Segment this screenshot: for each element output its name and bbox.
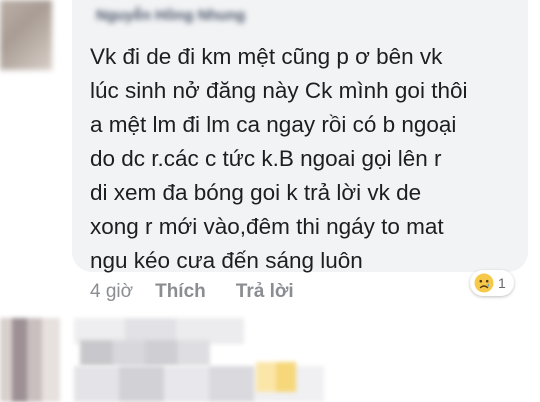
reaction-badge[interactable]: 1	[470, 270, 514, 296]
sad-face-icon	[474, 273, 494, 293]
avatar[interactable]	[0, 0, 52, 70]
comment-line: lúc sinh nở đăng này Ck mình goi thôi	[90, 78, 468, 103]
comment-text: Vk đi de đi km mệt cũng p ơ bên vk lúc s…	[90, 40, 467, 278]
comment-author	[80, 340, 210, 366]
comment-line: do dc r.các c tức k.B ngoai gọi lên r	[90, 146, 442, 171]
emoji-icon	[256, 362, 296, 392]
comment-actions: 4 giờ Thích Trả lời	[90, 279, 294, 305]
comment-author[interactable]: Nguyễn Hồng Nhung	[96, 6, 296, 26]
like-button[interactable]: Thích	[155, 281, 206, 303]
comment-line: di xem đa bóng goi k trả lời vk de	[90, 180, 422, 205]
comment-line: xong r mới vào,đêm thi ngáy to mat	[90, 214, 444, 239]
comment-line: a mệt lm đi lm ca ngay rồi có b ngoại	[90, 112, 457, 137]
comment-line: Vk đi de đi km mệt cũng p ơ bên vk	[90, 44, 443, 69]
reply-button[interactable]: Trả lời	[236, 281, 294, 303]
reaction-count: 1	[498, 275, 506, 291]
comment-line: ngu kéo cưa đến sáng luôn	[90, 248, 363, 273]
avatar[interactable]	[0, 318, 60, 402]
comment-time[interactable]: 4 giờ	[90, 281, 133, 303]
